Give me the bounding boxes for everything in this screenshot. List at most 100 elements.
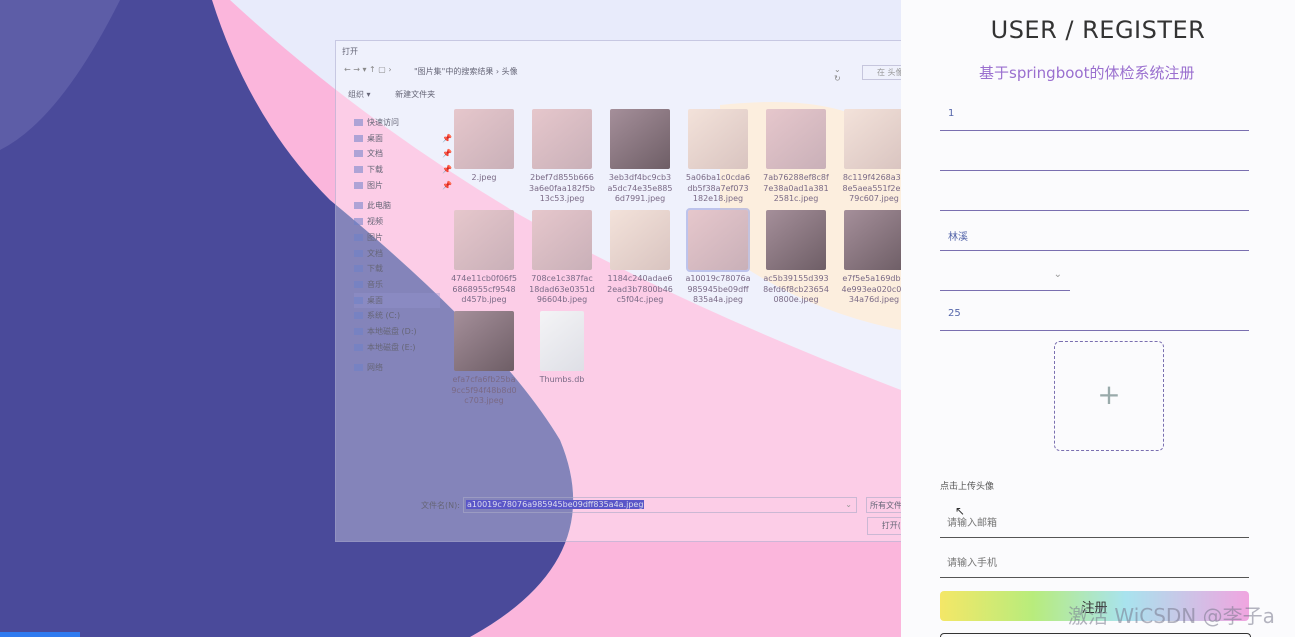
- age-field[interactable]: 25: [940, 302, 1249, 331]
- nav-tree-item[interactable]: 文档: [354, 246, 440, 262]
- nav-tree-item[interactable]: 本地磁盘 (E:): [354, 340, 440, 356]
- organize-menu[interactable]: 组织 ▾: [348, 90, 371, 99]
- page-title: USER / REGISTER: [990, 16, 1206, 44]
- file-name: ac5b39155d3938efd6f8cb236540800e.jpeg: [763, 274, 829, 304]
- password-field[interactable]: [940, 142, 1249, 171]
- folder-icon: [354, 134, 363, 142]
- address-path: "图片集"中的搜索结果 › 头像: [414, 67, 518, 76]
- file-item[interactable]: e7f5e5a169db64e993ea020c0834a76d.jpeg: [841, 210, 907, 306]
- nav-tree-item[interactable]: 文档 📌: [354, 146, 452, 162]
- file-item[interactable]: 474e11cb0f06f56868955cf9548d457b.jpeg: [451, 210, 517, 306]
- folder-icon: [354, 296, 363, 304]
- chevron-down-icon[interactable]: ⌄: [845, 500, 852, 509]
- dialog-toolbar: 组织 ▾ 新建文件夹: [348, 89, 457, 100]
- nav-tree-item[interactable]: 系统 (C:): [354, 308, 440, 324]
- folder-icon: [354, 202, 363, 210]
- nav-tree-item[interactable]: 下载: [354, 261, 440, 277]
- nav-tree-item[interactable]: 桌面: [354, 292, 440, 309]
- page-subtitle: 基于springboot的体检系统注册: [979, 64, 1195, 82]
- image-thumbnail: [532, 210, 592, 270]
- dialog-title: 打开: [342, 47, 358, 56]
- folder-icon: [354, 327, 363, 335]
- email-input[interactable]: [940, 509, 1249, 537]
- file-name: e7f5e5a169db64e993ea020c0834a76d.jpeg: [841, 274, 907, 304]
- image-thumbnail: [844, 109, 904, 169]
- file-item[interactable]: 2.jpeg: [451, 109, 517, 184]
- file-name: 3eb3df4bc9cb3a5dc74e35e8856d7991.jpeg: [607, 173, 673, 203]
- folder-icon: [354, 249, 363, 257]
- image-thumbnail: [766, 109, 826, 169]
- file-item[interactable]: 5a06ba1c0cda6db5f38a7ef073182e18.jpeg: [685, 109, 751, 205]
- file-name: efa7cfa6fb25ba9cc5f94f48b8d0c703.jpeg: [451, 375, 517, 405]
- avatar-upload[interactable]: +: [1054, 341, 1164, 451]
- filename-label: 文件名(N):: [421, 501, 460, 510]
- nav-tree-item[interactable]: 图片 📌: [354, 178, 452, 194]
- nav-tree-item[interactable]: 本地磁盘 (D:): [354, 324, 440, 340]
- document-icon: [540, 311, 584, 371]
- image-thumbnail: [454, 210, 514, 270]
- file-item[interactable]: 7ab76288ef8c8f7e38a0ad1a3812581c.jpeg: [763, 109, 829, 205]
- folder-icon: [354, 265, 363, 273]
- file-item[interactable]: 1184c240adae62ead3b7800b46c5f04c.jpeg: [607, 210, 673, 306]
- file-item[interactable]: efa7cfa6fb25ba9cc5f94f48b8d0c703.jpeg: [451, 311, 517, 407]
- file-name: 1184c240adae62ead3b7800b46c5f04c.jpeg: [607, 274, 673, 304]
- image-thumbnail: [766, 210, 826, 270]
- upload-hint: 点击上传头像: [940, 482, 995, 492]
- image-thumbnail: [610, 109, 670, 169]
- register-panel: USER / REGISTER 基于springboot的体检系统注册 1 林溪…: [901, 0, 1295, 637]
- refresh-icon[interactable]: ⌄ ↻: [834, 65, 844, 83]
- file-item[interactable]: Thumbs.db: [529, 311, 595, 386]
- confirm-password-field[interactable]: [940, 182, 1249, 211]
- nav-tree-item[interactable]: 下载 📌: [354, 162, 452, 178]
- file-item[interactable]: a10019c78076a985945be09dff835a4a.jpeg: [685, 208, 751, 306]
- email-field[interactable]: [940, 509, 1249, 538]
- folder-icon: [354, 364, 363, 372]
- folder-icon: [354, 150, 363, 158]
- file-item[interactable]: 708ce1c387fac18dad63e0351d96604b.jpeg: [529, 210, 595, 306]
- file-item[interactable]: 3eb3df4bc9cb3a5dc74e35e8856d7991.jpeg: [607, 109, 673, 205]
- image-thumbnail: [686, 208, 750, 272]
- folder-icon: [354, 181, 363, 189]
- nav-tree-item[interactable]: 视频: [354, 214, 440, 230]
- phone-field[interactable]: [940, 549, 1249, 578]
- watermark: 激活 WiCSDN @李子a: [1068, 604, 1275, 628]
- file-name: 474e11cb0f06f56868955cf9548d457b.jpeg: [451, 274, 517, 304]
- filename-input[interactable]: a10019c78076a985945be09dff835a4a.jpeg ⌄: [463, 497, 857, 513]
- nav-arrows-icon[interactable]: ← → ▾ ↑ ▢ ›: [344, 65, 392, 74]
- file-name: 5a06ba1c0cda6db5f38a7ef073182e18.jpeg: [685, 173, 751, 203]
- nav-tree-item[interactable]: 网络: [354, 360, 440, 376]
- image-thumbnail: [454, 109, 514, 169]
- image-thumbnail: [844, 210, 904, 270]
- file-name: 8c119f4268a3c8e5aea551f2e279c607.jpeg: [842, 173, 906, 203]
- nav-tree-item[interactable]: 桌面 📌: [354, 131, 452, 147]
- file-name: 708ce1c387fac18dad63e0351d96604b.jpeg: [529, 274, 595, 304]
- file-name: a10019c78076a985945be09dff835a4a.jpeg: [685, 274, 751, 304]
- path-segment[interactable]: 头像: [502, 67, 518, 76]
- mouse-cursor-icon: ↖: [955, 504, 966, 518]
- chevron-down-icon: ⌄: [1053, 269, 1062, 280]
- phone-input[interactable]: [940, 549, 1249, 577]
- folder-icon: [354, 119, 363, 126]
- username-field[interactable]: 1: [940, 102, 1249, 131]
- file-item[interactable]: ac5b39155d3938efd6f8cb236540800e.jpeg: [763, 210, 829, 306]
- path-segment[interactable]: "图片集"中的搜索结果: [414, 67, 493, 76]
- nav-tree-item[interactable]: 图片: [354, 230, 440, 246]
- image-thumbnail: [454, 311, 514, 371]
- secondary-button[interactable]: [940, 633, 1251, 637]
- file-item[interactable]: 2bef7d855b6663a6e0faa182f5b13c53.jpeg: [529, 109, 595, 205]
- name-field[interactable]: 林溪: [940, 222, 1249, 251]
- plus-icon: +: [1097, 378, 1121, 411]
- folder-icon: [354, 280, 363, 288]
- address-bar[interactable]: ← → ▾ ↑ ▢ › "图片集"中的搜索结果 › 头像 ⌄ ↻: [344, 65, 844, 83]
- file-name: Thumbs.db: [539, 375, 585, 384]
- new-folder-button[interactable]: 新建文件夹: [395, 90, 435, 99]
- folder-icon: [354, 233, 363, 241]
- folder-icon: [354, 343, 363, 351]
- file-item[interactable]: 8c119f4268a3c8e5aea551f2e279c607.jpeg: [841, 109, 907, 205]
- nav-tree-item[interactable]: 音乐: [354, 277, 440, 293]
- folder-icon: [354, 166, 363, 174]
- image-thumbnail: [532, 109, 592, 169]
- gender-select[interactable]: ⌄: [940, 262, 1070, 291]
- nav-tree-item[interactable]: 此电脑: [354, 198, 440, 214]
- nav-tree-item[interactable]: 快速访问: [354, 115, 440, 131]
